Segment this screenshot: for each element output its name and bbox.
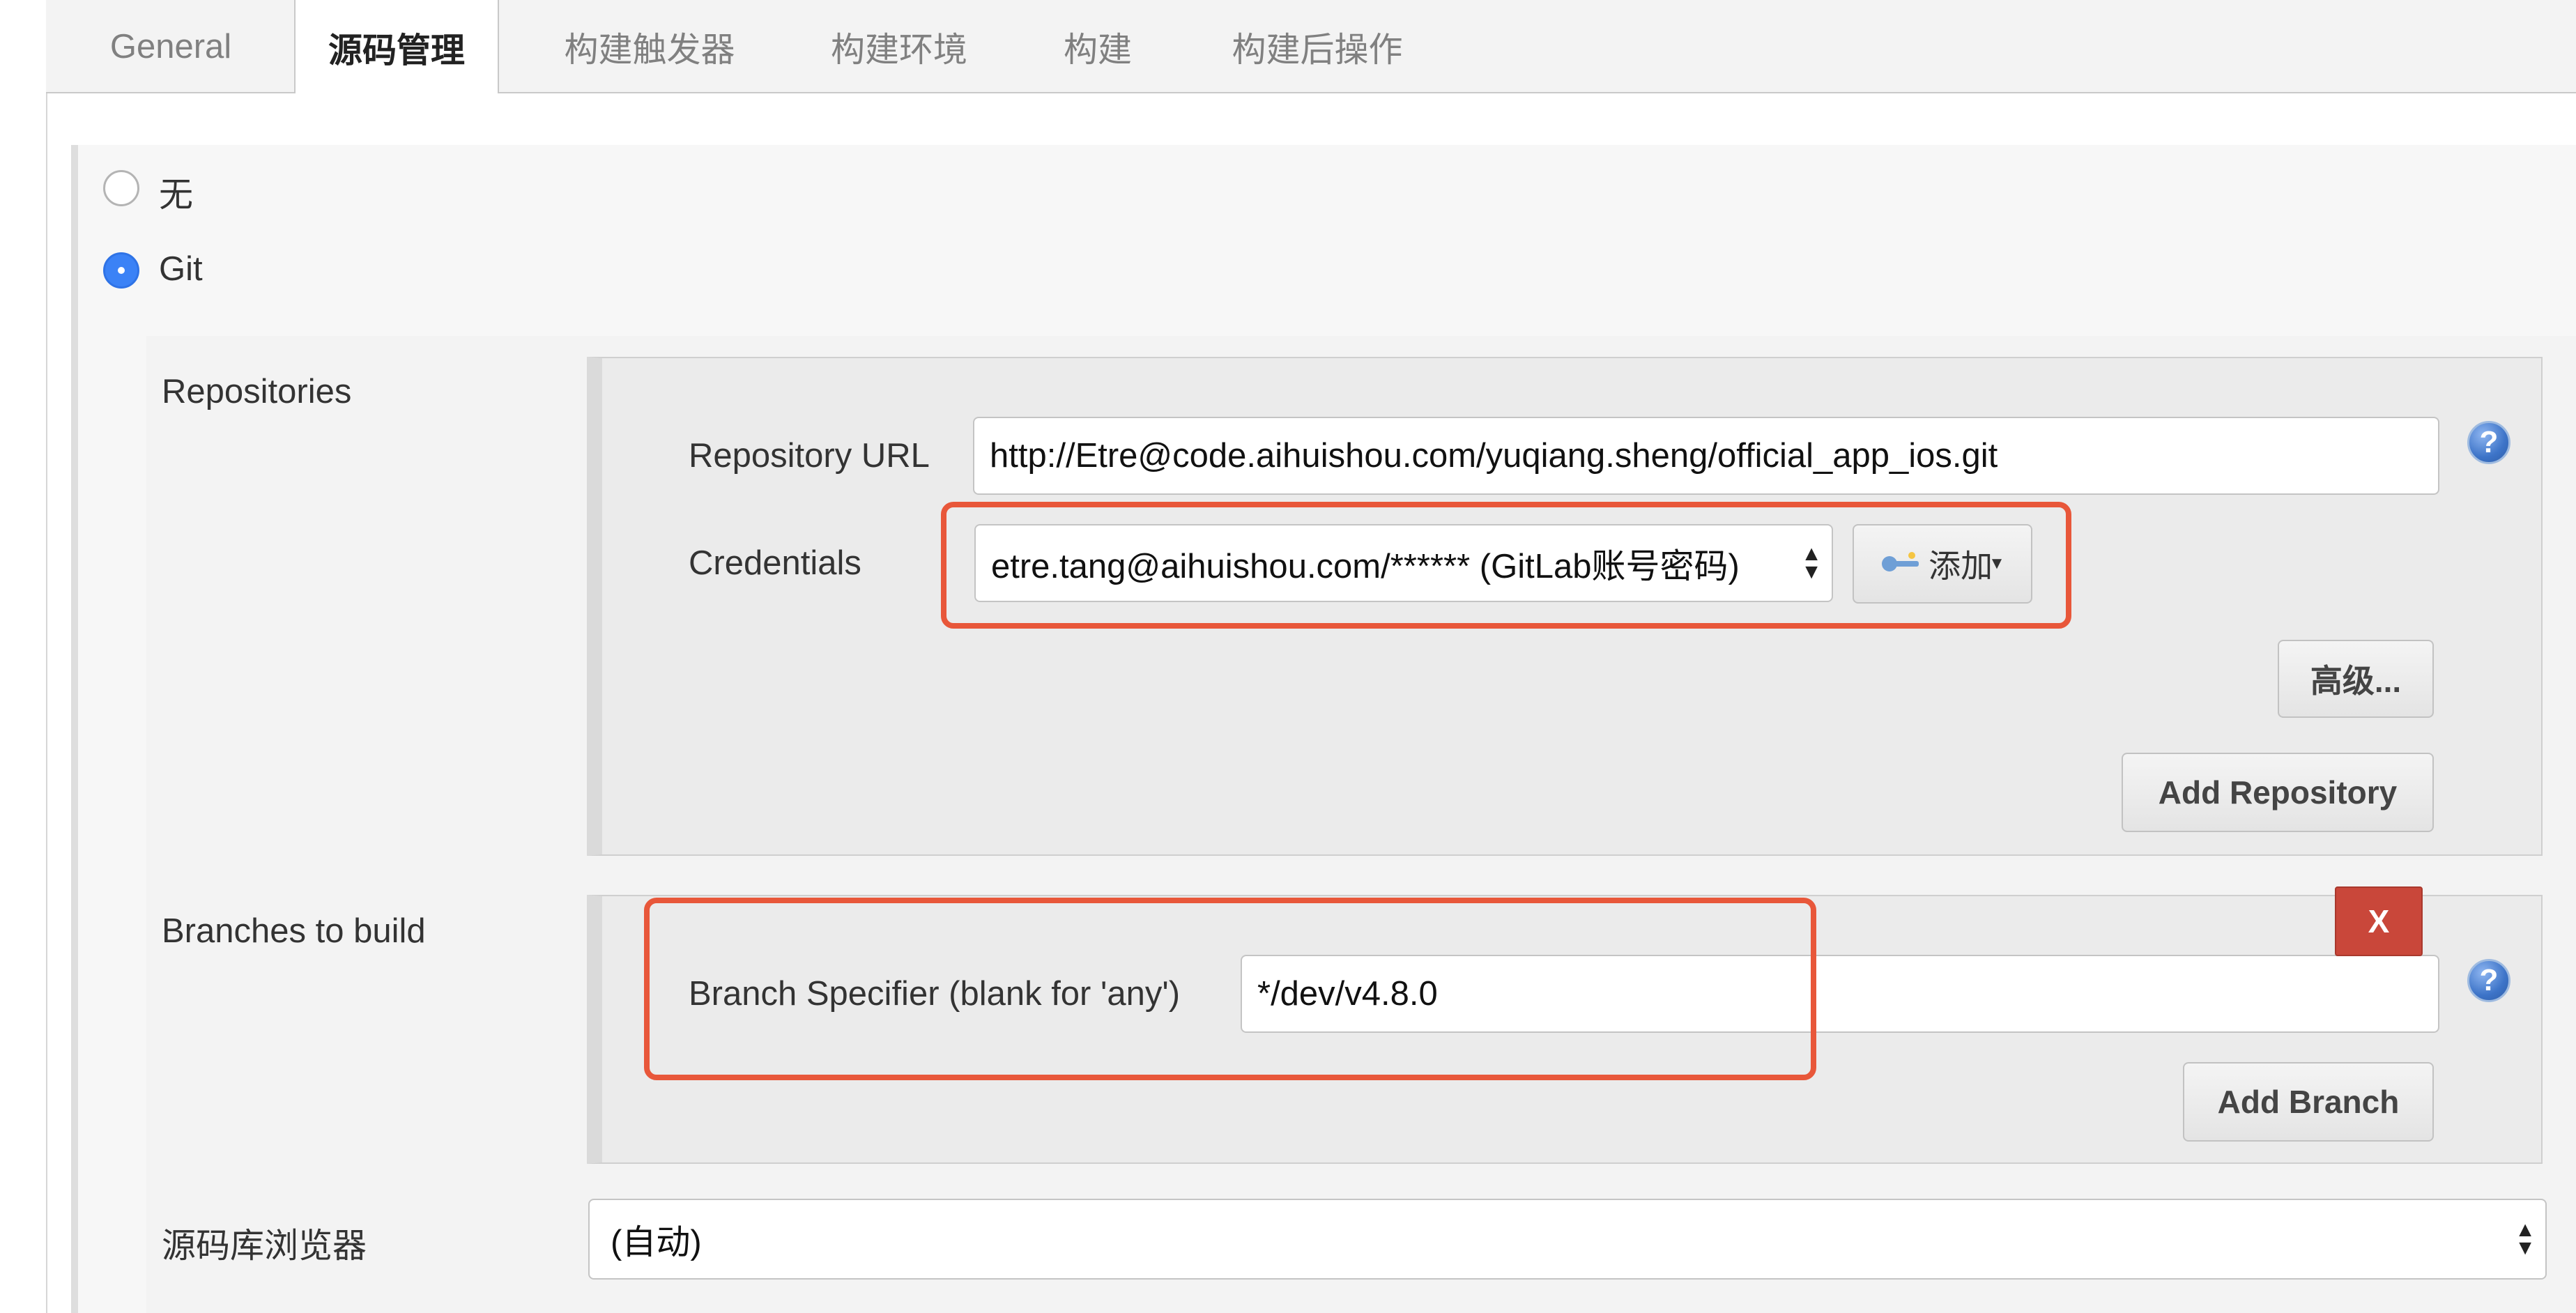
repository-browser-value: (自动) xyxy=(611,1223,702,1261)
tab-general[interactable]: General xyxy=(77,0,265,93)
advanced-button[interactable]: 高级... xyxy=(2278,640,2434,718)
add-repository-button[interactable]: Add Repository xyxy=(2122,753,2434,832)
tab-build-triggers[interactable]: 构建触发器 xyxy=(538,0,761,93)
repository-browser-label: 源码库浏览器 xyxy=(162,1227,367,1265)
scm-git-radio[interactable] xyxy=(103,252,139,289)
tab-build[interactable]: 构建 xyxy=(1038,0,1157,93)
branch-highlight xyxy=(644,898,1816,1080)
repositories-label: Repositories xyxy=(162,373,352,410)
repository-url-label: Repository URL xyxy=(689,437,930,475)
scm-git-label: Git xyxy=(159,250,203,288)
repository-url-input[interactable]: http://Etre@code.aihuishou.com/yuqiang.s… xyxy=(973,417,2439,495)
repository-browser-select[interactable]: (自动) ▲ ▼ xyxy=(588,1199,2547,1280)
branches-label: Branches to build xyxy=(162,912,426,950)
scm-none-label: 无 xyxy=(159,176,194,214)
branch-specifier-help-icon[interactable]: ? xyxy=(2467,959,2510,1002)
tab-post-build-actions[interactable]: 构建后操作 xyxy=(1206,0,1429,93)
credentials-highlight xyxy=(941,502,2071,629)
tab-source-management[interactable]: 源码管理 xyxy=(294,0,499,95)
scm-none-radio[interactable] xyxy=(103,170,139,206)
add-branch-button[interactable]: Add Branch xyxy=(2183,1062,2434,1142)
select-arrows-icon: ▲ ▼ xyxy=(2515,1218,2536,1259)
tab-build-environment[interactable]: 构建环境 xyxy=(808,0,990,93)
delete-branch-button[interactable]: X xyxy=(2335,886,2423,956)
repository-url-help-icon[interactable]: ? xyxy=(2467,421,2510,464)
credentials-label: Credentials xyxy=(689,544,861,582)
